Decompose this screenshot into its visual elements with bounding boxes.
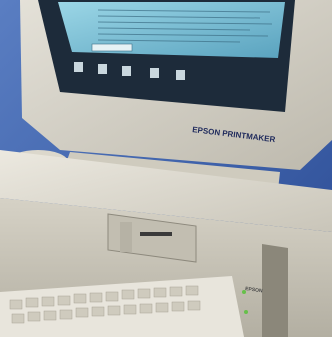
power-led (242, 290, 246, 294)
product-photo: EPSON PRINTMAKER EPSON (0, 0, 332, 337)
floppy-slot (140, 232, 172, 236)
tower-side-groove (262, 244, 288, 337)
crt-monitor: EPSON PRINTMAKER (20, 0, 332, 170)
screen-button (91, 43, 133, 52)
photo-canvas: EPSON PRINTMAKER EPSON (0, 0, 332, 337)
disk-led (244, 310, 248, 314)
